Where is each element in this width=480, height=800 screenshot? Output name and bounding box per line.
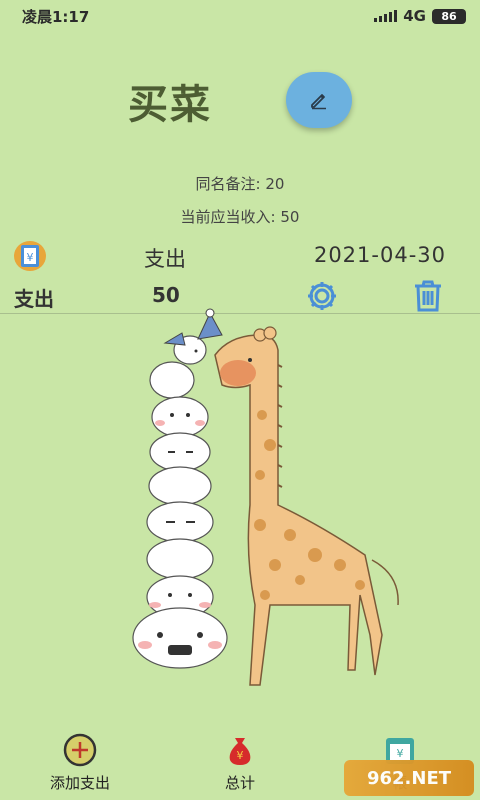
nav-add-label: 添加支出 [49,774,110,792]
amount-value: 50 [152,283,180,307]
page-title: 买菜 [128,82,212,128]
bunny-drawing [149,308,223,399]
network-type: 4G [403,7,426,25]
status-time: 凌晨1:17 [22,7,90,26]
site-watermark: 962.NET [344,760,474,796]
svg-text:¥: ¥ [237,749,244,762]
nav-total[interactable]: ¥ 总计 [180,728,300,798]
svg-text:¥: ¥ [397,747,404,760]
same-name-note: 同名备注: 20 [195,175,285,193]
signal-icon [374,10,398,22]
edit-button[interactable] [286,72,352,128]
status-indicators: 4G 86 [374,7,466,25]
add-circle-icon [63,733,97,767]
amount-label: 支出 [14,287,54,311]
giraffe-bunny-illustration [132,308,399,686]
record-date[interactable]: 2021-04-30 [314,243,446,267]
record-type: 支出 [144,247,186,271]
pencil-icon [311,94,326,110]
nav-total-label: 总计 [224,774,255,792]
watermark-text: 962.NET [366,767,452,789]
status-bar: 凌晨1:17 4G 86 [0,0,480,32]
trash-icon[interactable] [410,278,446,314]
mochi-stack [132,396,228,669]
battery-icon: 86 [432,8,466,24]
current-income-note: 当前应当收入: 50 [180,208,300,226]
nav-add-expense[interactable]: 添加支出 [20,728,140,798]
giraffe-drawing [214,326,399,686]
money-bag-icon: ¥ [229,738,251,765]
battery-level: 86 [441,9,457,23]
record-header-row: ¥ 支出 2021-04-30 [0,238,480,274]
